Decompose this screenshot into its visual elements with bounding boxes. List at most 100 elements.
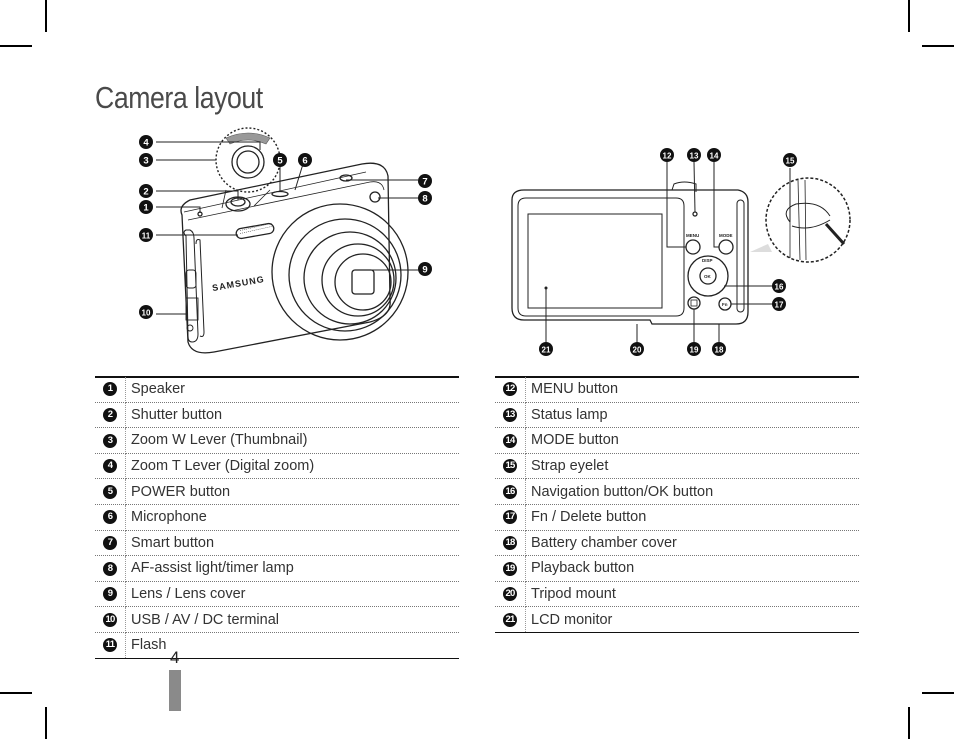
svg-text:4: 4	[143, 138, 149, 149]
part-number-badge: 12	[503, 382, 517, 397]
table-row: 16 Navigation button/OK button	[495, 478, 859, 505]
part-number-cell: 10	[95, 606, 126, 633]
part-label: LCD monitor	[525, 606, 859, 633]
part-number-badge: 14	[503, 433, 517, 448]
part-number-badge: 2	[103, 408, 117, 423]
ok-label: OK	[704, 274, 712, 279]
part-label: Smart button	[125, 530, 459, 557]
part-number-cell: 4	[95, 453, 126, 480]
part-number-cell: 3	[95, 427, 126, 454]
table-row: 9 Lens / Lens cover	[95, 581, 459, 608]
callout-badge: 10	[139, 305, 153, 319]
af-assist-lamp-icon	[369, 191, 381, 203]
lens-icon	[271, 203, 409, 341]
callout-badge: 13	[687, 148, 701, 162]
callout-badge: 9	[418, 262, 432, 276]
part-number-badge: 21	[503, 612, 517, 627]
table-row: 7 Smart button	[95, 530, 459, 557]
part-number-badge: 8	[103, 561, 117, 576]
callout-badge: 5	[273, 153, 287, 167]
part-number-badge: 16	[503, 484, 517, 499]
part-number-cell: 7	[95, 530, 126, 557]
table-row: 17 Fn / Delete button	[495, 504, 859, 531]
part-number-cell: 19	[495, 555, 526, 582]
part-number-cell: 18	[495, 530, 526, 557]
callout-badge: 14	[707, 148, 721, 162]
svg-text:16: 16	[775, 283, 784, 292]
part-label: Tripod mount	[525, 581, 859, 608]
svg-text:2: 2	[143, 187, 148, 198]
crop-mark	[908, 0, 910, 32]
part-number-badge: 20	[503, 587, 517, 602]
part-number-cell: 13	[495, 402, 526, 429]
svg-text:1: 1	[143, 203, 149, 214]
part-number-cell: 1	[95, 377, 126, 403]
part-number-badge: 6	[103, 510, 117, 525]
table-row: 3 Zoom W Lever (Thumbnail)	[95, 427, 459, 454]
callout-badge: 7	[418, 174, 432, 188]
table-row: 1 Speaker	[95, 377, 459, 403]
svg-text:17: 17	[775, 301, 784, 310]
part-label: USB / AV / DC terminal	[125, 606, 459, 633]
table-row: 11 Flash	[95, 632, 459, 659]
table-row: 12 MENU button	[495, 377, 859, 403]
table-row: 19 Playback button	[495, 555, 859, 582]
svg-text:19: 19	[690, 346, 699, 355]
brand-label: SAMSUNG	[211, 274, 265, 293]
part-number-badge: 5	[103, 484, 117, 499]
table-row: 18 Battery chamber cover	[495, 530, 859, 557]
lcd-frame	[517, 197, 685, 317]
part-number-cell: 9	[95, 581, 126, 608]
mode-label: MODE	[719, 233, 733, 238]
part-label: Navigation button/OK button	[525, 478, 859, 505]
part-number-cell: 20	[495, 581, 526, 608]
page-number: 4	[170, 648, 180, 667]
part-label: Playback button	[525, 555, 859, 582]
mode-button-icon	[718, 239, 734, 255]
callout-badge: 6	[298, 153, 312, 167]
part-number-cell: 6	[95, 504, 126, 531]
camera-front-illustration: SAMSUNG 4 3 2 1 5 6 7 8 9 10 11	[139, 127, 432, 354]
svg-text:18: 18	[715, 346, 724, 355]
part-number-badge: 10	[103, 612, 117, 627]
part-label: Microphone	[125, 504, 459, 531]
playback-button-icon	[687, 296, 701, 310]
part-label: Shutter button	[125, 402, 459, 429]
table-row: 21 LCD monitor	[495, 606, 859, 633]
part-label: MODE button	[525, 427, 859, 454]
part-label: Zoom W Lever (Thumbnail)	[125, 427, 459, 454]
callout-badge: 1	[139, 200, 153, 214]
svg-text:10: 10	[142, 309, 151, 318]
svg-text:21: 21	[542, 346, 551, 355]
part-label: Strap eyelet	[525, 453, 859, 480]
part-number-badge: 4	[103, 459, 117, 474]
svg-text:20: 20	[633, 346, 642, 355]
table-row: 15 Strap eyelet	[495, 453, 859, 480]
crop-mark	[45, 0, 47, 32]
svg-text:13: 13	[690, 152, 699, 161]
part-number-badge: 19	[503, 561, 517, 576]
part-number-cell: 8	[95, 555, 126, 582]
crop-mark	[0, 692, 32, 694]
part-label: Speaker	[125, 377, 459, 403]
lcd-monitor	[527, 213, 663, 309]
part-number-badge: 11	[103, 638, 117, 653]
front-parts-table: 1 Speaker 2 Shutter button 3 Zoom W Lever (Th…	[95, 377, 459, 659]
svg-text:14: 14	[710, 152, 719, 161]
svg-text:3: 3	[143, 156, 148, 167]
back-parts-table: 12 MENU button 13 Status lamp 14 MODE button 1…	[495, 377, 859, 633]
part-number-badge: 1	[103, 382, 117, 397]
crop-mark	[45, 707, 47, 739]
table-row: 20 Tripod mount	[495, 581, 859, 608]
part-label: Battery chamber cover	[525, 530, 859, 557]
page-title: Camera layout	[95, 80, 263, 115]
svg-text:15: 15	[786, 157, 795, 166]
table-row: 6 Microphone	[95, 504, 459, 531]
callout-badge: 17	[772, 297, 786, 311]
callout-badge: 11	[139, 228, 153, 242]
part-number-badge: 15	[503, 459, 517, 474]
svg-text:6: 6	[302, 156, 307, 167]
table-row: 10 USB / AV / DC terminal	[95, 606, 459, 633]
part-label: Fn / Delete button	[525, 504, 859, 531]
callout-badge: 16	[772, 279, 786, 293]
